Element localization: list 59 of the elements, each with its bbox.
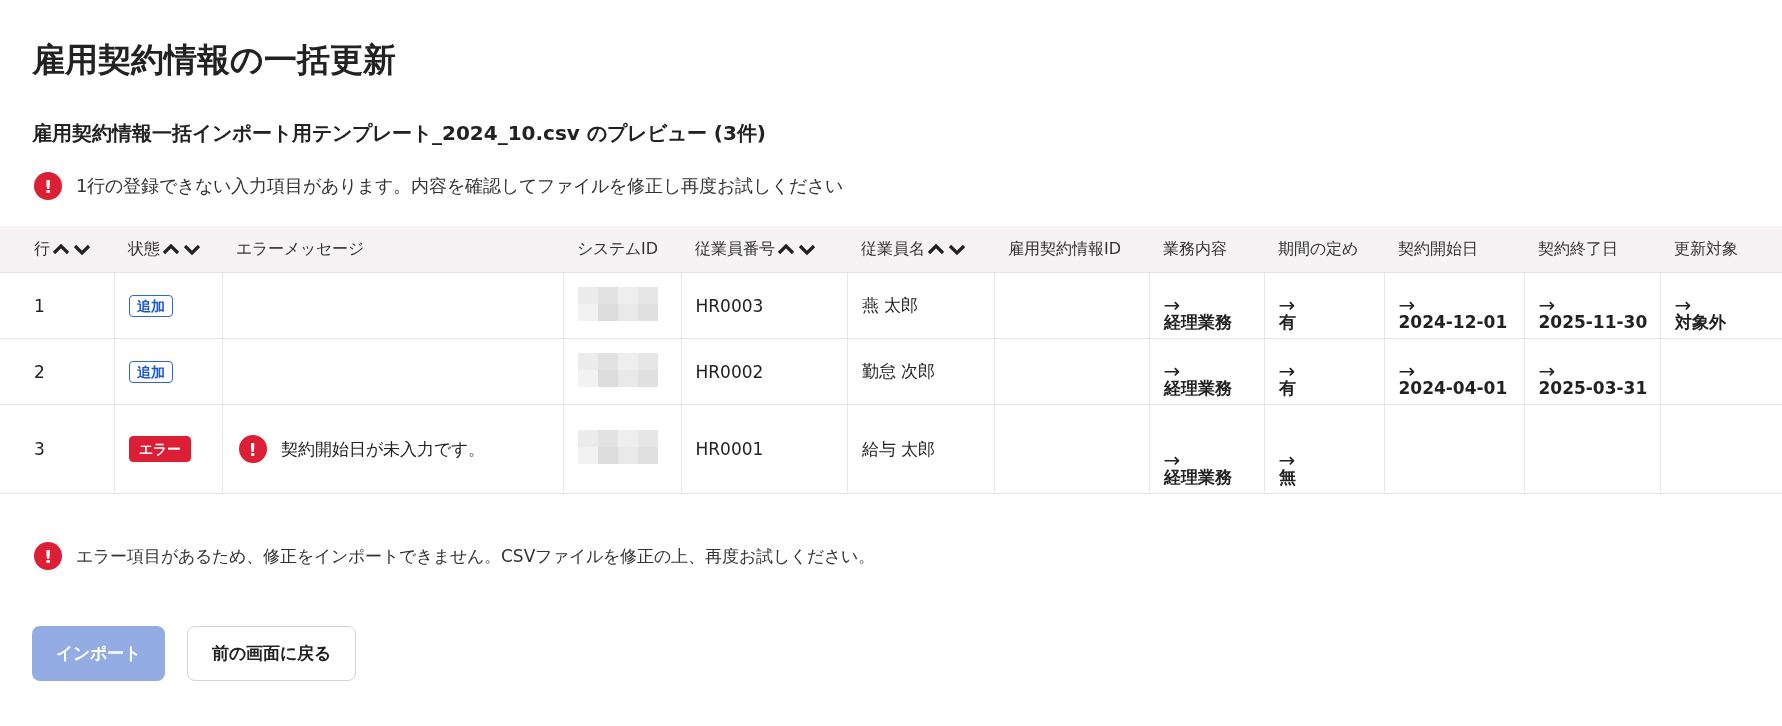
change-arrow: → [1538,298,1556,312]
new-value: 対象外 [1674,312,1727,332]
new-value: 無 [1278,467,1297,487]
column-header: システムID [577,238,659,260]
preview-title: 雇用契約情報一括インポート用テンプレート_2024_10.csv のプレビュー (3件) [32,120,767,147]
change-arrow: → [1398,298,1416,312]
change-arrow: → [1538,364,1556,378]
column-header: 契約終了日 [1538,238,1618,260]
sort-icon[interactable] [927,241,967,257]
new-value: 有 [1278,312,1297,332]
column-header: 業務内容 [1163,238,1227,260]
back-button[interactable]: 前の画面に戻る [187,626,356,681]
change-arrow: → [1398,364,1416,378]
sort-icon[interactable] [52,241,92,257]
error-icon: ! [34,172,62,200]
table-cell: HR0002 [695,361,764,382]
table-cell: HR0001 [695,439,764,459]
change-arrow: → [1163,453,1181,467]
table-cell: 勤怠 次郎 [861,361,935,381]
change-arrow: → [1163,364,1181,378]
change-arrow: → [1163,298,1181,312]
column-header: 期間の定め [1278,238,1358,260]
table-cell: 2 [34,361,45,382]
new-value: 有 [1278,378,1297,398]
new-value: 2025-03-31 [1538,378,1649,398]
page-title: 雇用契約情報の一括更新 [32,39,397,81]
column-header: 行 [34,238,50,260]
column-header: 更新対象 [1674,238,1738,260]
status-badge: 追加 [128,360,173,383]
table-cell: 3 [34,439,45,459]
sort-icon[interactable] [777,241,817,257]
change-arrow: → [1278,453,1296,467]
change-arrow: → [1278,364,1296,378]
new-value: 2024-12-01 [1398,312,1509,332]
table-cell: 1 [34,295,45,316]
new-value: 経理業務 [1163,312,1233,332]
column-header: 雇用契約情報ID [1008,238,1122,260]
status-badge: 追加 [128,294,173,317]
error-message: 契約開始日が未入力です。 [280,437,485,461]
sort-icon[interactable] [162,241,202,257]
error-icon: ! [34,542,62,570]
change-arrow: → [1278,298,1296,312]
change-arrow: → [1674,298,1692,312]
status-badge: エラー [128,436,191,462]
alert-message: エラー項目があるため、修正をインポートできません。CSVファイルを修正の上、再度お試しください。 [76,544,876,568]
new-value: 経理業務 [1163,378,1233,398]
column-header: エラーメッセージ [236,238,364,260]
new-value: 経理業務 [1163,467,1233,487]
table-cell: HR0003 [695,295,764,316]
new-value: 2025-11-30 [1538,312,1649,332]
alert-message: 1行の登録できない入力項目があります。内容を確認してファイルを修正し再度お試しください [76,174,844,198]
table-cell: 燕 太郎 [861,295,918,315]
new-value: 2024-04-01 [1398,378,1509,398]
error-icon: ! [238,435,267,463]
column-header: 状態 [128,238,160,260]
table-cell: 給与 太郎 [861,438,935,459]
column-header: 契約開始日 [1398,238,1478,260]
column-header: 従業員名 [861,238,925,260]
column-header: 従業員番号 [695,238,775,260]
